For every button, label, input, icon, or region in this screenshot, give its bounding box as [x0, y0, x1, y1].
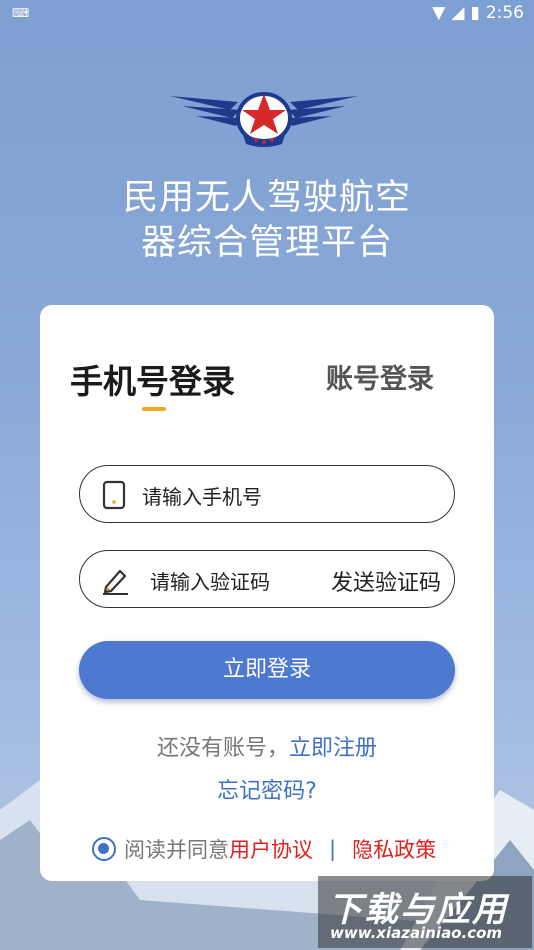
- agreement-row: 阅读并同意 用户协议 | 隐私政策: [92, 834, 436, 864]
- login-card: 手机号登录 账号登录 请输入手机号 请输入验证码 发送验证码 立即登录 还没有账…: [40, 305, 494, 881]
- keyboard-icon: ⌨: [12, 6, 30, 20]
- code-input-placeholder: 请输入验证码: [150, 570, 270, 594]
- send-code-button[interactable]: 发送验证码: [331, 565, 441, 597]
- register-prompt: 还没有账号，立即注册: [40, 730, 494, 762]
- phone-input-placeholder: 请输入手机号: [142, 485, 262, 509]
- tab-account-login[interactable]: 账号登录: [326, 357, 434, 396]
- privacy-policy-link[interactable]: 隐私政策: [352, 834, 436, 864]
- radio-checked-icon[interactable]: [92, 837, 116, 861]
- verification-code-input[interactable]: 请输入验证码 发送验证码: [79, 550, 455, 608]
- tab-indicator: [142, 407, 166, 411]
- wifi-icon: ▼: [432, 3, 446, 23]
- user-agreement-link[interactable]: 用户协议: [229, 834, 313, 864]
- signal-icon: ◢: [451, 3, 465, 23]
- app-title-line2: 器综合管理平台: [140, 223, 393, 263]
- emblem-logo: [170, 92, 358, 147]
- tab-phone-login[interactable]: 手机号登录: [70, 355, 235, 403]
- agreement-separator: |: [329, 837, 337, 861]
- agreement-prefix: 阅读并同意: [124, 838, 229, 862]
- app-title: 民用无人驾驶航空 器综合管理平台: [0, 176, 534, 266]
- watermark: 下载与应用 www.xiazainiao.com: [318, 876, 532, 948]
- register-text: 还没有账号，: [156, 736, 289, 761]
- battery-icon: ▮: [470, 3, 480, 23]
- register-link[interactable]: 立即注册: [289, 736, 377, 761]
- status-time: 2:56: [485, 3, 524, 23]
- phone-icon: [102, 480, 126, 510]
- login-button[interactable]: 立即登录: [79, 641, 455, 699]
- watermark-url: www.xiazainiao.com: [330, 924, 503, 942]
- forgot-password-link[interactable]: 忘记密码?: [40, 773, 494, 805]
- phone-input[interactable]: 请输入手机号: [79, 465, 455, 523]
- status-bar: ⌨ ▼ ◢ ▮ 2:56: [0, 0, 534, 28]
- pencil-icon: [103, 569, 128, 595]
- app-title-line1: 民用无人驾驶航空: [122, 178, 411, 218]
